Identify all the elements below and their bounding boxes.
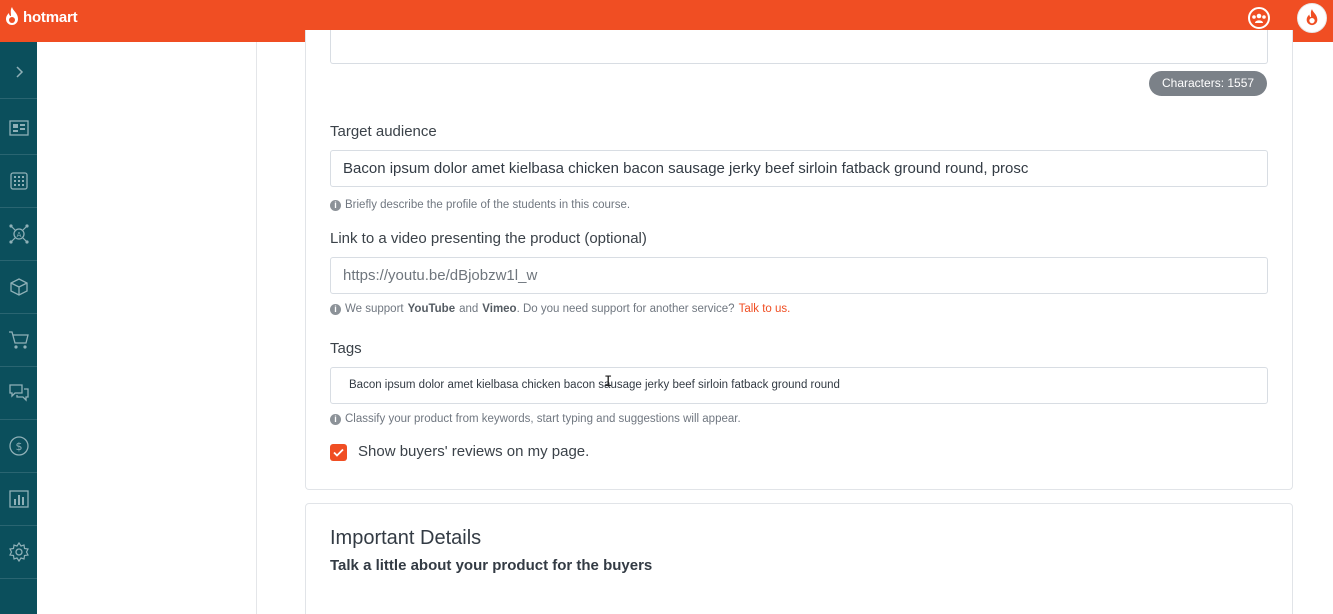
analytics-icon[interactable] <box>0 473 37 526</box>
money-icon[interactable]: $ <box>0 420 37 473</box>
video-link-label: Link to a video presenting the product (… <box>330 230 647 247</box>
target-audience-hint: i Briefly describe the profile of the st… <box>330 199 630 211</box>
svg-text:$: $ <box>15 440 22 453</box>
info-icon: i <box>330 303 341 315</box>
target-audience-hint-text: Briefly describe the profile of the stud… <box>345 199 631 211</box>
chat-icon[interactable] <box>0 367 37 420</box>
video-link-hint-prefix: We support <box>345 303 404 315</box>
product-box-icon[interactable] <box>0 261 37 314</box>
show-reviews-checkbox[interactable] <box>330 444 347 461</box>
apps-grid-icon[interactable] <box>0 155 37 208</box>
flame-logo-icon <box>6 7 18 25</box>
description-field[interactable] <box>330 30 1268 64</box>
video-link-hint: i We support YouTube and Vimeo . Do you … <box>330 303 790 315</box>
important-details-subtitle: Talk a little about your product for the… <box>330 557 653 574</box>
info-icon: i <box>330 199 341 211</box>
community-icon[interactable] <box>1245 4 1273 32</box>
important-details-title: Important Details <box>330 527 482 549</box>
secondary-panel <box>37 42 257 614</box>
cart-icon[interactable] <box>0 314 37 367</box>
youtube-text: YouTube <box>407 303 456 315</box>
talk-to-us-link[interactable]: Talk to us. <box>739 303 791 315</box>
show-reviews-label[interactable]: Show buyers' reviews on my page. <box>358 443 589 460</box>
sidebar: A $ <box>0 42 37 614</box>
brand-name: hotmart <box>23 8 78 26</box>
text-cursor-icon: I <box>604 374 613 390</box>
info-icon: i <box>330 413 341 425</box>
target-audience-input[interactable]: Bacon ipsum dolor amet kielbasa chicken … <box>330 150 1268 187</box>
tags-input[interactable]: Bacon ipsum dolor amet kielbasa chicken … <box>330 367 1268 404</box>
affiliates-network-icon[interactable]: A <box>0 208 37 261</box>
settings-icon[interactable] <box>0 526 37 579</box>
tags-hint: i Classify your product from keywords, s… <box>330 413 741 425</box>
tags-label: Tags <box>330 340 362 357</box>
user-avatar-icon[interactable] <box>1297 3 1327 33</box>
tags-hint-text: Classify your product from keywords, sta… <box>345 413 741 425</box>
video-link-hint-suffix: . Do you need support for another servic… <box>516 303 735 315</box>
character-count-badge: Characters: 1557 <box>1149 71 1268 96</box>
dashboard-icon[interactable] <box>0 102 37 155</box>
svg-text:A: A <box>16 231 21 239</box>
video-link-input[interactable]: https://youtu.be/dBjobzw1l_w <box>330 257 1268 294</box>
video-link-hint-and: and <box>459 303 479 315</box>
hotmart-logo[interactable]: hotmart <box>3 6 78 28</box>
checkmark-icon <box>333 448 344 457</box>
target-audience-label: Target audience <box>330 123 437 140</box>
vimeo-text: Vimeo <box>482 303 517 315</box>
expand-chevron-icon[interactable] <box>0 46 37 99</box>
